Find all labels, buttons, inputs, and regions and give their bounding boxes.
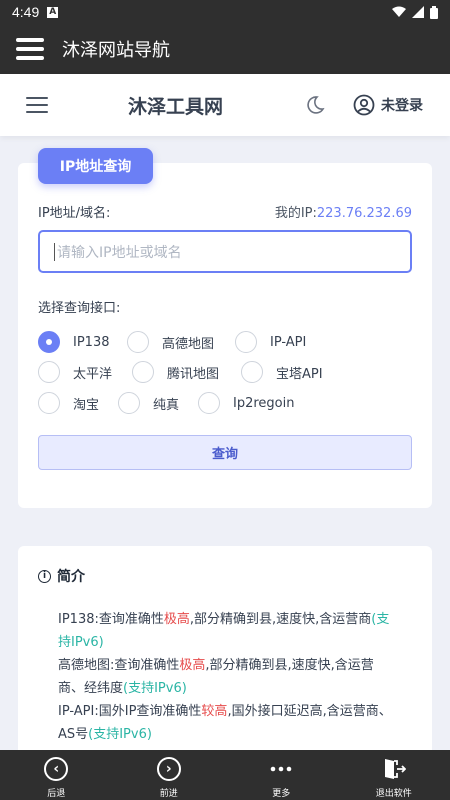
api-label: 选择查询接口: bbox=[38, 301, 121, 316]
radio-pacific[interactable]: 太平洋 bbox=[38, 361, 112, 383]
battery-icon bbox=[430, 5, 438, 19]
status-time: 4:49 bbox=[12, 4, 40, 20]
ip-input-placeholder: 请输入IP地址或域名 bbox=[57, 244, 182, 261]
back-button[interactable]: ‹ 后退 bbox=[0, 750, 113, 800]
app-bar: 沐泽网站导航 bbox=[0, 24, 450, 74]
radio-dot bbox=[241, 361, 263, 383]
radio-tencent[interactable]: 腾讯地图 bbox=[132, 361, 219, 383]
intro-text: IP138:查询准确性极高,部分精确到县,速度快,含运营商(支持IPv6) 高德… bbox=[58, 608, 398, 746]
radio-dot bbox=[198, 392, 220, 414]
radio-gaode[interactable]: 高德地图 bbox=[127, 331, 214, 353]
intro-title-text: 简介 bbox=[57, 569, 85, 585]
back-label: 后退 bbox=[47, 789, 66, 799]
ip-query-badge: IP地址查询 bbox=[38, 148, 153, 184]
radio-dot bbox=[127, 331, 149, 353]
radio-baota[interactable]: 宝塔API bbox=[241, 361, 323, 383]
moon-icon[interactable] bbox=[304, 94, 326, 116]
radio-dot bbox=[38, 331, 60, 353]
wifi-icon bbox=[392, 6, 406, 17]
my-ip: 我的IP:223.76.232.69 bbox=[275, 202, 412, 221]
ip-input[interactable]: 请输入IP地址或域名 bbox=[38, 230, 412, 273]
radio-taobao[interactable]: 淘宝 bbox=[38, 392, 99, 414]
exit-button[interactable]: 退出软件 bbox=[338, 750, 450, 800]
bottom-nav: ‹ 后退 › 前进 更多 退出软件 bbox=[0, 750, 450, 800]
radio-chunzhen[interactable]: 纯真 bbox=[118, 392, 179, 414]
more-label: 更多 bbox=[272, 789, 291, 799]
user-icon bbox=[353, 94, 375, 116]
back-icon: ‹ bbox=[44, 757, 69, 781]
status-icons bbox=[392, 5, 438, 19]
site-brand[interactable]: 沐泽工具网 bbox=[128, 92, 223, 119]
menu-icon[interactable] bbox=[16, 38, 44, 60]
forward-label: 前进 bbox=[159, 789, 178, 799]
query-button[interactable]: 查询 bbox=[38, 435, 412, 470]
status-bar: 4:49 A bbox=[0, 0, 450, 24]
app-title: 沐泽网站导航 bbox=[62, 40, 170, 60]
login-button[interactable]: 未登录 bbox=[353, 94, 423, 116]
radio-dot bbox=[38, 361, 60, 383]
exit-label: 退出软件 bbox=[375, 789, 412, 799]
forward-icon: › bbox=[156, 757, 181, 781]
intro-line: IP-API:国外IP查询准确性较高,国外接口延迟高,含运营商、AS号(支持IP… bbox=[58, 704, 392, 742]
intro-line: IP138:查询准确性极高,部分精确到县,速度快,含运营商(支持IPv6) bbox=[58, 612, 390, 650]
radio-dot bbox=[118, 392, 140, 414]
site-header: 沐泽工具网 未登录 bbox=[0, 74, 450, 136]
radio-ip2region[interactable]: Ip2regoin bbox=[198, 392, 294, 414]
hamburger-icon[interactable] bbox=[26, 97, 48, 113]
radio-dot bbox=[132, 361, 154, 383]
forward-button[interactable]: › 前进 bbox=[113, 750, 226, 800]
radio-dot bbox=[38, 392, 60, 414]
intro-title: i 简介 bbox=[38, 566, 85, 586]
more-icon bbox=[270, 766, 292, 772]
my-ip-label: 我的IP: bbox=[274, 206, 317, 221]
radio-ip138[interactable]: IP138 bbox=[38, 331, 110, 353]
more-button[interactable]: 更多 bbox=[225, 750, 338, 800]
intro-line: 高德地图:查询准确性极高,部分精确到县,速度快,含运营商、经纬度(支持IPv6) bbox=[58, 658, 374, 696]
ip-label: IP地址/域名: bbox=[38, 206, 111, 221]
radio-ip-api[interactable]: IP-API bbox=[235, 331, 306, 353]
login-label: 未登录 bbox=[381, 98, 423, 114]
notification-icon: A bbox=[47, 6, 59, 18]
radio-dot bbox=[235, 331, 257, 353]
info-icon: i bbox=[38, 569, 51, 583]
exit-icon bbox=[384, 759, 406, 779]
my-ip-value: 223.76.232.69 bbox=[316, 206, 412, 221]
signal-icon bbox=[412, 6, 424, 18]
